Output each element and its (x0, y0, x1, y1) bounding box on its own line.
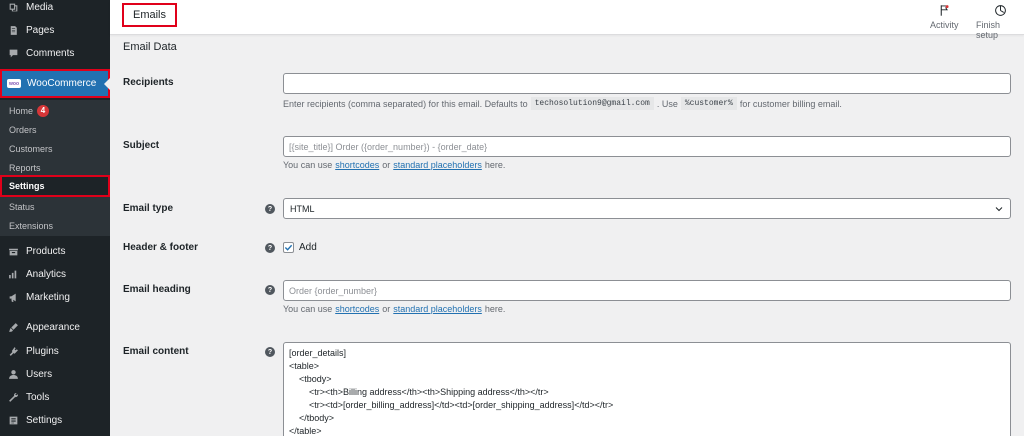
textarea-line: [order_details] (289, 348, 347, 358)
appearance-icon (7, 321, 19, 333)
sidebar-item-label: Settings (26, 414, 63, 426)
sidebar-item-users[interactable]: Users (0, 363, 110, 385)
textarea-line: <tr><th>Billing address</th><th>Shipping… (289, 387, 549, 397)
progress-icon (994, 5, 1006, 16)
email-content-label: Email content (123, 346, 189, 357)
sidebar-item-products[interactable]: Products (0, 240, 110, 262)
textarea-line: </tbody> (289, 413, 335, 423)
help-icon[interactable]: ? (265, 285, 275, 295)
submenu-item-status[interactable]: Status (0, 197, 110, 216)
sidebar-item-label: Media (26, 1, 54, 13)
sidebar-item-label: Users (26, 368, 53, 380)
header-footer-checkbox-label: Add (299, 242, 317, 253)
pages-icon (7, 24, 19, 36)
notification-badge: 4 (37, 104, 50, 117)
section-title: Email Data (123, 41, 177, 53)
analytics-icon (7, 268, 19, 280)
woocommerce-icon: woo (7, 79, 21, 88)
settings-icon (7, 414, 19, 426)
sidebar-item-pages[interactable]: Pages (0, 19, 110, 41)
sidebar-item-plugins[interactable]: Plugins (0, 340, 110, 362)
header-footer-checkbox[interactable] (283, 242, 294, 253)
textarea-line: <tr><td>[order_billing_address]</td><td>… (289, 400, 614, 410)
tools-icon (7, 391, 19, 403)
sidebar-item-label: Pages (26, 24, 55, 36)
help-icon[interactable]: ? (265, 347, 275, 357)
submenu-item-extensions[interactable]: Extensions (0, 216, 110, 235)
sidebar-item-settings[interactable]: Settings (0, 409, 110, 431)
shortcodes-link[interactable]: shortcodes (335, 304, 379, 314)
subject-input[interactable]: [{site_title}] Order ({order_number}) - … (283, 136, 1011, 157)
media-icon (7, 1, 19, 13)
sidebar-item-label: Products (26, 245, 66, 257)
recipients-input[interactable] (283, 73, 1011, 94)
chevron-down-icon (995, 206, 1003, 211)
activity-button[interactable]: Activity (930, 4, 959, 30)
sidebar-item-label: Tools (26, 391, 50, 403)
sidebar-item-appearance[interactable]: Appearance (0, 316, 110, 338)
shortcodes-link[interactable]: shortcodes (335, 160, 379, 170)
submenu-item-home[interactable]: Home 4 (0, 101, 110, 120)
email-heading-description: You can use shortcodes or standard place… (283, 304, 506, 314)
products-icon (7, 245, 19, 257)
plugins-icon (7, 345, 19, 357)
customer-placeholder-code: %customer% (680, 97, 737, 110)
recipients-description: Enter recipients (comma separated) for t… (283, 97, 842, 110)
subject-label: Subject (123, 140, 160, 151)
header-footer-label: Header & footer (123, 242, 199, 253)
standard-placeholders-link[interactable]: standard placeholders (393, 160, 482, 170)
sidebar-item-media[interactable]: Media (0, 0, 110, 18)
textarea-line: </table> (289, 426, 322, 436)
textarea-line: <table> (289, 361, 320, 371)
help-icon[interactable]: ? (265, 204, 275, 214)
recipients-label: Recipients (123, 77, 174, 88)
email-heading-input[interactable]: Order {order_number} (283, 280, 1011, 301)
comments-icon (7, 47, 19, 59)
email-type-label: Email type (123, 203, 174, 214)
users-icon (7, 368, 19, 380)
sidebar-item-label: Marketing (26, 291, 70, 303)
sidebar-item-label: Analytics (26, 268, 67, 280)
sidebar-item-marketing[interactable]: Marketing (0, 286, 110, 308)
sidebar-item-label: Comments (26, 47, 75, 59)
sidebar-item-analytics[interactable]: Analytics (0, 263, 110, 285)
page-title: Emails (122, 3, 178, 27)
sidebar-item-woocommerce[interactable]: woo WooCommerce (0, 69, 110, 98)
top-header-bar: Emails Activity Finish setup (110, 0, 1024, 40)
sidebar-item-label: Plugins (26, 345, 59, 357)
submenu-item-orders[interactable]: Orders (0, 120, 110, 139)
email-type-select[interactable]: HTML (283, 198, 1011, 219)
sidebar-item-label: Appearance (26, 321, 80, 333)
sidebar-item-label: WooCommerce (27, 78, 97, 89)
admin-sidebar: Media Pages Comments woo WooCommerce Hom… (0, 0, 110, 436)
activity-label: Activity (930, 20, 959, 30)
marketing-icon (7, 291, 19, 303)
subject-description: You can use shortcodes or standard place… (283, 160, 506, 170)
submenu-item-customers[interactable]: Customers (0, 139, 110, 158)
settings-form: Email Data Recipients Enter recipients (… (110, 35, 1024, 436)
email-content-textarea[interactable]: [order_details] <table> <tbody> <tr><th>… (283, 342, 1011, 436)
flag-icon (940, 5, 949, 16)
standard-placeholders-link[interactable]: standard placeholders (393, 304, 482, 314)
woocommerce-submenu: Home 4 Orders Customers Reports Settings… (0, 100, 110, 236)
submenu-item-settings[interactable]: Settings (0, 175, 110, 197)
help-icon[interactable]: ? (265, 243, 275, 253)
sidebar-item-tools[interactable]: Tools (0, 386, 110, 408)
checkmark-icon (284, 244, 293, 251)
textarea-line: <tbody> (289, 374, 332, 384)
default-email-code: techosolution9@gmail.com (530, 97, 654, 110)
email-heading-label: Email heading (123, 284, 191, 295)
sidebar-item-comments[interactable]: Comments (0, 42, 110, 64)
